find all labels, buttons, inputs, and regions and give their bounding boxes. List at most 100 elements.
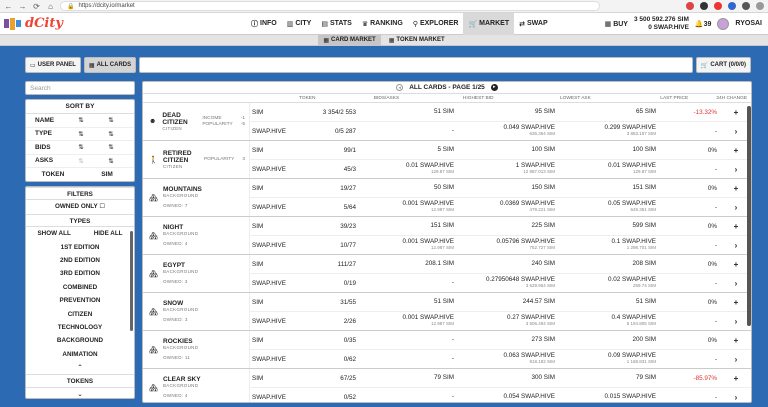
filter-type-3rd-edition[interactable]: 3RD EDITION bbox=[26, 267, 134, 280]
top-navbar: dCity ⓘ INFO ▥ CITY ▤ STATS ♛ RANKING ⚲ EXPLORER 🛒… bbox=[0, 12, 768, 35]
add-icon[interactable]: + bbox=[721, 374, 751, 383]
filter-type-combined[interactable]: COMBINED bbox=[26, 281, 134, 294]
market-toolbar: ▭ USER PANEL ▦ ALL CARDS 🛒 CART (0/0/0) bbox=[25, 57, 751, 73]
nav-market[interactable]: 🛒 MARKET bbox=[463, 12, 515, 35]
stat-label: POPULARITY bbox=[203, 156, 235, 162]
add-icon[interactable]: + bbox=[721, 336, 751, 345]
nav-swap[interactable]: ⇄ SWAP bbox=[514, 13, 553, 35]
username[interactable]: RYOSAI bbox=[735, 20, 762, 27]
extension-icon[interactable] bbox=[714, 2, 722, 10]
scroll-down-icon[interactable]: ⌄ bbox=[26, 388, 134, 401]
token-name: SIM bbox=[252, 260, 264, 268]
sort-asc-icon[interactable]: ⇅ bbox=[66, 157, 96, 165]
chevron-right-icon[interactable]: › bbox=[721, 393, 751, 402]
types-heading: TYPES bbox=[26, 213, 134, 228]
last-price: 0.015 SWAP.HIVE bbox=[558, 393, 659, 400]
extension-icon[interactable] bbox=[742, 2, 750, 10]
token-rows: SIM 99/1 5 SIM 100 SIM 100 SIM 0% + SWAP.HIVE 45… bbox=[250, 141, 751, 178]
nav-explorer[interactable]: ⚲ EXPLORER bbox=[408, 13, 464, 35]
token-sort-row[interactable]: TOKEN SIM bbox=[26, 168, 134, 181]
change-24h: - bbox=[714, 279, 717, 287]
sort-desc-icon[interactable]: ⇅ bbox=[96, 143, 126, 151]
reload-icon[interactable]: ⟳ bbox=[32, 2, 41, 11]
card-row[interactable]: 🏘 NIGHT BACKGROUND OWNED: 4 SIM 39/23 151 SIM 2… bbox=[143, 217, 751, 255]
nav-city[interactable]: ▥ CITY bbox=[282, 13, 317, 35]
lowest-ask: 0.054 SWAP.HIVE bbox=[457, 393, 558, 400]
card-row[interactable]: 🏘 CLEAR SKY BACKGROUND OWNED: 4 SIM 67/25 79 S… bbox=[143, 369, 751, 402]
card-info: 🏘 NIGHT BACKGROUND OWNED: 4 bbox=[143, 217, 250, 254]
token-row: SWAP.HIVE 0/62-0.063 SWAP.HIVE 818.182 SIM… bbox=[250, 350, 751, 368]
filters-scrollbar[interactable] bbox=[130, 231, 133, 331]
lowest-ask-value: 225 SIM bbox=[531, 222, 555, 229]
filter-type-background[interactable]: BACKGROUND bbox=[26, 334, 134, 347]
bids-asks: 39/23 bbox=[340, 222, 356, 230]
token-row: SWAP.HIVE 5/64 0.001 SWAP.HIVE 12.987 SIM 0.… bbox=[250, 198, 751, 216]
col-last-price: LAST PRICE bbox=[660, 95, 689, 101]
card-row[interactable]: 🚶 RETIRED CITIZEN CITIZEN POPULARITY 3 SIM 99/… bbox=[143, 141, 751, 179]
hide-all-button[interactable]: HIDE ALL bbox=[94, 227, 123, 240]
scroll-up-icon[interactable]: ⌃ bbox=[26, 361, 134, 374]
token-row: SWAP.HIVE 0/52 - 0.054 SWAP.HIVE 0.015 SWAP.… bbox=[250, 388, 751, 402]
token-name: SIM bbox=[252, 336, 264, 344]
token-name: SIM bbox=[252, 298, 264, 306]
search-input[interactable]: Search bbox=[25, 81, 135, 95]
card-row[interactable]: 🏘 SNOW BACKGROUND OWNED: 3 SIM 31/55 51 SIM 244… bbox=[143, 293, 751, 331]
avatar[interactable] bbox=[717, 17, 730, 30]
profile-icon[interactable] bbox=[756, 2, 764, 10]
token-rows: SIM 3 354/2 553 51 SIM 95 SIM 65 SIM -13.32% +… bbox=[250, 103, 751, 140]
extension-icon[interactable] bbox=[686, 2, 694, 10]
tab-token-market[interactable]: ▦ TOKEN MARKET bbox=[384, 35, 450, 46]
card-row[interactable]: 🏘 MOUNTAINS BACKGROUND OWNED: 7 SIM 19/27 50 S… bbox=[143, 179, 751, 217]
nav-label: EXPLORER bbox=[419, 20, 459, 27]
sort-row-type: TYPE ⇅ ⇅ bbox=[26, 128, 134, 141]
nav-stats[interactable]: ▤ STATS bbox=[316, 13, 357, 35]
filter-input[interactable] bbox=[139, 57, 693, 73]
buy-button[interactable]: ▦ BUY bbox=[605, 20, 628, 28]
nav-ranking[interactable]: ♛ RANKING bbox=[357, 13, 408, 35]
url-bar[interactable]: 🔒 https://dcity.io/market bbox=[60, 1, 600, 11]
filter-type-1st-edition[interactable]: 1ST EDITION bbox=[26, 241, 134, 254]
highest-bid-value: 5 SIM bbox=[437, 146, 454, 153]
cart-button[interactable]: 🛒 CART (0/0/0) bbox=[695, 57, 751, 73]
tab-card-market[interactable]: ▦ CARD MARKET bbox=[318, 34, 381, 46]
show-all-button[interactable]: SHOW ALL bbox=[37, 227, 70, 240]
sort-desc-icon[interactable]: ⇅ bbox=[96, 130, 126, 138]
table-scrollbar[interactable] bbox=[747, 106, 751, 326]
chevron-right-icon[interactable]: › bbox=[721, 355, 751, 364]
extension-icon[interactable] bbox=[700, 2, 708, 10]
sort-asc-icon[interactable]: ⇅ bbox=[66, 143, 96, 151]
highest-bid-value: - bbox=[451, 127, 454, 134]
checkbox-icon[interactable]: ☐ bbox=[99, 203, 105, 210]
sort-asc-icon[interactable]: ⇅ bbox=[66, 116, 96, 124]
sort-desc-icon[interactable]: ⇅ bbox=[96, 116, 126, 124]
prev-page-icon[interactable]: ◂ bbox=[396, 84, 404, 91]
notifications-button[interactable]: 🔔39 bbox=[695, 20, 712, 28]
filter-type-citizen[interactable]: CITIZEN bbox=[26, 308, 134, 321]
trophy-icon: ♛ bbox=[361, 20, 369, 28]
all-cards-button[interactable]: ▦ ALL CARDS bbox=[83, 57, 137, 73]
nav-info[interactable]: ⓘ INFO bbox=[246, 13, 282, 35]
home-icon[interactable]: ⌂ bbox=[46, 2, 55, 11]
last-price-value: 0.02 SWAP.HIVE bbox=[608, 276, 656, 283]
filter-type-2nd-edition[interactable]: 2ND EDITION bbox=[26, 254, 134, 267]
sort-desc-icon[interactable]: ⇅ bbox=[96, 157, 126, 165]
token-rows: SIM 31/55 51 SIM 244.57 SIM 51 SIM 0% + SWAP.HI… bbox=[250, 293, 751, 330]
highest-bid: 79 SIM bbox=[356, 374, 457, 381]
card-row[interactable]: ☻ DEAD CITIZEN CITIZEN INCOME POPULARITY -1 -5… bbox=[143, 103, 751, 141]
user-panel-button[interactable]: ▭ USER PANEL bbox=[25, 57, 81, 73]
back-icon[interactable]: ← bbox=[4, 2, 13, 11]
filter-type-prevention[interactable]: PREVENTION bbox=[26, 294, 134, 307]
filter-type-technology[interactable]: TECHNOLOGY bbox=[26, 321, 134, 334]
sort-asc-icon[interactable]: ⇅ bbox=[66, 130, 96, 138]
token-name: SIM bbox=[252, 222, 264, 230]
filter-type-animation[interactable]: ANIMATION bbox=[26, 348, 134, 361]
card-row[interactable]: 🏘 ROCKIES BACKGROUND OWNED: 11 SIM 0/35 - 273 S… bbox=[143, 331, 751, 369]
owned-only-toggle[interactable]: OWNED ONLY ☐ bbox=[26, 200, 134, 213]
dcity-logo[interactable]: dCity bbox=[0, 13, 76, 35]
main-menu: ⓘ INFO ▥ CITY ▤ STATS ♛ RANKING ⚲ EXPLORER 🛒 MARKET… bbox=[246, 12, 553, 35]
card-row[interactable]: 🏘 EGYPT BACKGROUND OWNED: 3 SIM 111/27 208.1 S… bbox=[143, 255, 751, 293]
filters-panel: FILTERS OWNED ONLY ☐ TYPES SHOW ALL HIDE … bbox=[25, 186, 135, 399]
extension-icon[interactable] bbox=[728, 2, 736, 10]
forward-icon[interactable]: → bbox=[18, 2, 27, 11]
next-page-icon[interactable]: ▸ bbox=[490, 84, 498, 91]
